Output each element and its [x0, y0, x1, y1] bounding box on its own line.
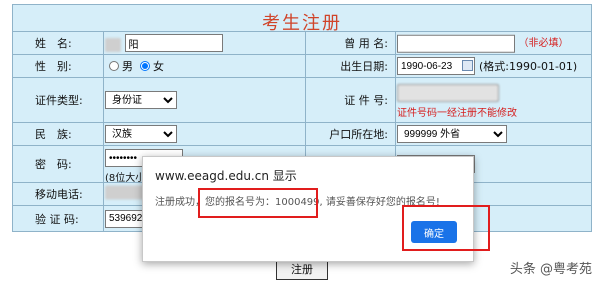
mobile-label: 移动电话: — [35, 188, 83, 201]
birth-label: 出生日期: — [340, 60, 388, 73]
row-name: 姓 名: 曾 用 名: （非必填） — [13, 31, 591, 54]
captcha-label: 验 证 码: — [35, 212, 79, 226]
hukou-label: 户口所在地: — [329, 128, 388, 141]
name-redacted — [105, 37, 121, 52]
gender-male-radio[interactable] — [109, 61, 119, 71]
id-type-select[interactable]: 身份证 — [105, 91, 177, 109]
divider — [305, 55, 306, 77]
divider — [395, 78, 396, 122]
gender-male-label: 男 — [122, 60, 133, 73]
name-input[interactable] — [124, 34, 223, 52]
gender-female-radio[interactable] — [140, 61, 150, 71]
id-number-input-redacted[interactable] — [397, 84, 499, 102]
id-type-wrap: 身份证 — [105, 91, 177, 109]
highlight-box-registration-number — [198, 188, 318, 218]
divider — [103, 55, 104, 77]
password-label: 密 码: — [35, 158, 72, 171]
former-name-input[interactable] — [397, 34, 515, 53]
divider — [305, 78, 306, 122]
former-name-tip: （非必填） — [518, 37, 569, 49]
gender-female-label: 女 — [153, 60, 164, 73]
highlight-box-ok-button — [402, 205, 490, 251]
id-number-wrap: 证件号码一经注册不能修改 — [397, 84, 517, 119]
row-id: 证件类型: 身份证 证 件 号: 证件号码一经注册不能修改 — [13, 77, 591, 122]
former-name-wrap: （非必填） — [397, 34, 569, 53]
divider — [103, 183, 104, 205]
mobile-wrap — [105, 185, 145, 203]
name-field-wrap — [105, 34, 223, 52]
ethnicity-wrap: 汉族 — [105, 125, 177, 143]
watermark: 头条 @粤考苑 — [509, 262, 592, 277]
row-ethnicity: 民 族: 汉族 户口所在地: 999999 外省 — [13, 122, 591, 145]
gender-label: 性 别: — [35, 60, 72, 73]
divider — [305, 123, 306, 145]
ethnicity-label: 民 族: — [35, 128, 72, 141]
id-number-tip: 证件号码一经注册不能修改 — [397, 108, 517, 119]
divider — [103, 32, 104, 54]
former-name-label: 曾 用 名: — [344, 37, 388, 50]
divider — [103, 146, 104, 182]
calendar-icon[interactable] — [462, 60, 473, 71]
id-type-label: 证件类型: — [35, 94, 83, 107]
mobile-input-redacted[interactable] — [105, 185, 145, 200]
divider — [395, 55, 396, 77]
divider — [103, 123, 104, 145]
birth-format-hint: (格式:1990-01-01) — [479, 60, 578, 73]
divider — [305, 32, 306, 54]
divider — [395, 32, 396, 54]
birth-wrap: (格式:1990-01-01) — [397, 57, 577, 75]
hukou-select[interactable]: 999999 外省 — [397, 125, 507, 143]
divider — [395, 123, 396, 145]
divider — [103, 78, 104, 122]
dialog-title: www.eeagd.edu.cn 显示 — [155, 169, 297, 183]
gender-radios: 男 女 — [109, 58, 164, 74]
id-number-label: 证 件 号: — [344, 94, 388, 107]
ethnicity-select[interactable]: 汉族 — [105, 125, 177, 143]
divider — [103, 206, 104, 231]
name-label: 姓 名: — [35, 37, 72, 50]
hukou-wrap: 999999 外省 — [397, 125, 507, 143]
row-gender: 性 别: 男 女 出生日期: (格式:1990-01-01) — [13, 54, 591, 77]
